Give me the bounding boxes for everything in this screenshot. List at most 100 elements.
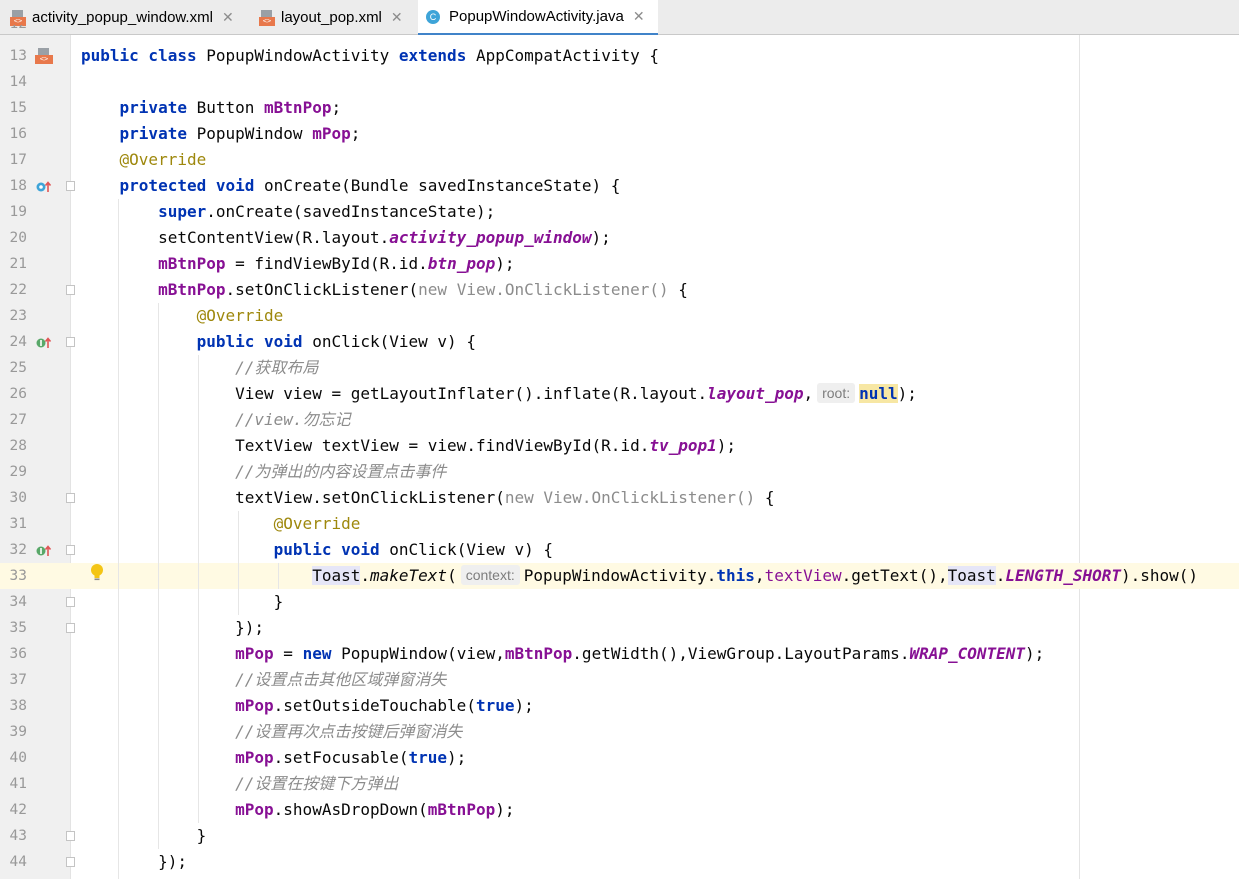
code-text: Toast.makeText(context: PopupWindowActivi… [312, 565, 1199, 585]
tab-label: PopupWindowActivity.java [449, 8, 624, 25]
code-line: 35 }); [0, 615, 1239, 641]
close-icon[interactable]: ✕ [633, 8, 645, 25]
fold-marker[interactable] [66, 493, 75, 503]
close-icon[interactable]: ✕ [391, 9, 403, 26]
code-text: @Override [119, 150, 207, 169]
code-text: mPop.setFocusable(true); [235, 748, 467, 767]
line-number: 43 [9, 828, 27, 844]
line-number: 30 [9, 490, 27, 506]
xml-file-icon: <> [10, 9, 26, 26]
indent-guide [278, 563, 279, 589]
code-text: public class PopupWindowActivity extends… [81, 46, 659, 65]
line-number: 23 [9, 308, 27, 324]
class-implements-icon[interactable]: <> [35, 48, 53, 64]
code-text: } [81, 826, 207, 845]
java-class-icon: C [426, 9, 440, 24]
code-text: //设置在按键下方弹出 [235, 774, 399, 793]
code-text: //设置再次点击按键后弹窗消失 [235, 722, 463, 741]
line-number: 22 [9, 282, 27, 298]
code-text: textView.setOnClickListener(new View.OnC… [81, 488, 775, 507]
override-method-icon[interactable] [36, 179, 52, 193]
line-number: 24 [9, 334, 27, 350]
line-number: 32 [9, 542, 27, 558]
code-line: 38 mPop.setOutsideTouchable(true); [0, 693, 1239, 719]
code-line: 24 public void onClick(View v) { [0, 329, 1239, 355]
code-text: mPop.showAsDropDown(mBtnPop); [235, 800, 515, 819]
code-line: 19 super.onCreate(savedInstanceState); [0, 199, 1239, 225]
line-number: 26 [9, 386, 27, 402]
code-line: 32 public void onClick(View v) { [0, 537, 1239, 563]
code-line: 26 View view = getLayoutInflater().infla… [0, 381, 1239, 407]
code-line: 14 [0, 69, 1239, 95]
code-text: public void onClick(View v) { [273, 540, 554, 559]
code-line: 13 public class PopupWindowActivity exte… [0, 43, 1239, 69]
line-number: 42 [9, 802, 27, 818]
fold-marker[interactable] [66, 337, 75, 347]
code-line: 41 //设置在按键下方弹出 [0, 771, 1239, 797]
code-text: super.onCreate(savedInstanceState); [158, 202, 496, 221]
line-number: 38 [9, 698, 27, 714]
code-line: 23 @Override [0, 303, 1239, 329]
line-number: 40 [9, 750, 27, 766]
code-text: protected void onCreate(Bundle savedInst… [119, 176, 621, 195]
fold-marker[interactable] [66, 545, 75, 555]
fold-marker[interactable] [66, 831, 75, 841]
fold-marker[interactable] [66, 623, 75, 633]
indent-guide [198, 355, 199, 823]
code-line: 22 mBtnPop.setOnClickListener(new View.O… [0, 277, 1239, 303]
code-text: private Button mBtnPop; [119, 98, 342, 117]
code-text: mPop = new PopupWindow(view,mBtnPop.getW… [235, 644, 1045, 663]
line-number: 36 [9, 646, 27, 662]
code-text: }); [81, 618, 265, 637]
xml-file-icon: <> [259, 9, 275, 26]
code-line: 29 //为弹出的内容设置点击事件 [0, 459, 1239, 485]
current-code-line: 33 Toast.makeText(context: PopupWindowAct… [0, 563, 1239, 589]
code-text: } [81, 592, 284, 611]
line-number: 41 [9, 776, 27, 792]
code-text: mPop.setOutsideTouchable(true); [235, 696, 534, 715]
implements-method-icon[interactable] [36, 543, 52, 557]
line-number: 15 [9, 100, 27, 116]
code-line: 28 TextView textView = view.findViewById… [0, 433, 1239, 459]
fold-marker[interactable] [66, 285, 75, 295]
line-number: 21 [9, 256, 27, 272]
lightbulb-icon[interactable] [90, 564, 103, 581]
code-line: 12 [0, 25, 1239, 35]
code-text: public void onClick(View v) { [196, 332, 476, 351]
close-icon[interactable]: ✕ [222, 9, 234, 26]
code-text: setContentView(R.layout.activity_popup_w… [81, 228, 611, 247]
line-number: 34 [9, 594, 27, 610]
code-line: 34 } [0, 589, 1239, 615]
code-line: 17 @Override [0, 147, 1239, 173]
tab-label: layout_pop.xml [281, 9, 382, 26]
code-line: 42 mPop.showAsDropDown(mBtnPop); [0, 797, 1239, 823]
line-number: 35 [9, 620, 27, 636]
code-line: 30 textView.setOnClickListener(new View.… [0, 485, 1239, 511]
line-number: 19 [9, 204, 27, 220]
code-text: //设置点击其他区域弹窗消失 [235, 670, 447, 689]
line-number: 44 [9, 854, 27, 870]
code-line: 18 protected void onCreate(Bundle savedI… [0, 173, 1239, 199]
indent-guide [238, 511, 239, 615]
line-number: 27 [9, 412, 27, 428]
line-number: 33 [9, 568, 27, 584]
code-line: 43 } [0, 823, 1239, 849]
code-line: 21 mBtnPop = findViewById(R.id.btn_pop); [0, 251, 1239, 277]
line-number: 12 [0, 25, 27, 35]
code-text: mBtnPop.setOnClickListener(new View.OnCl… [158, 280, 688, 299]
fold-marker[interactable] [66, 181, 75, 191]
code-line: 27 //view.勿忘记 [0, 407, 1239, 433]
code-text: mBtnPop = findViewById(R.id.btn_pop); [158, 254, 515, 273]
inlay-hint-root: root: [817, 383, 856, 403]
fold-marker[interactable] [66, 597, 75, 607]
line-number: 14 [9, 74, 27, 90]
implements-method-icon[interactable] [36, 335, 52, 349]
indent-guide [118, 199, 119, 879]
code-line: 40 mPop.setFocusable(true); [0, 745, 1239, 771]
code-line: 36 mPop = new PopupWindow(view,mBtnPop.g… [0, 641, 1239, 667]
code-line: 39 //设置再次点击按键后弹窗消失 [0, 719, 1239, 745]
code-text: private PopupWindow mPop; [119, 124, 361, 143]
code-text: @Override [196, 306, 284, 325]
fold-marker[interactable] [66, 857, 75, 867]
code-text: @Override [273, 514, 361, 533]
